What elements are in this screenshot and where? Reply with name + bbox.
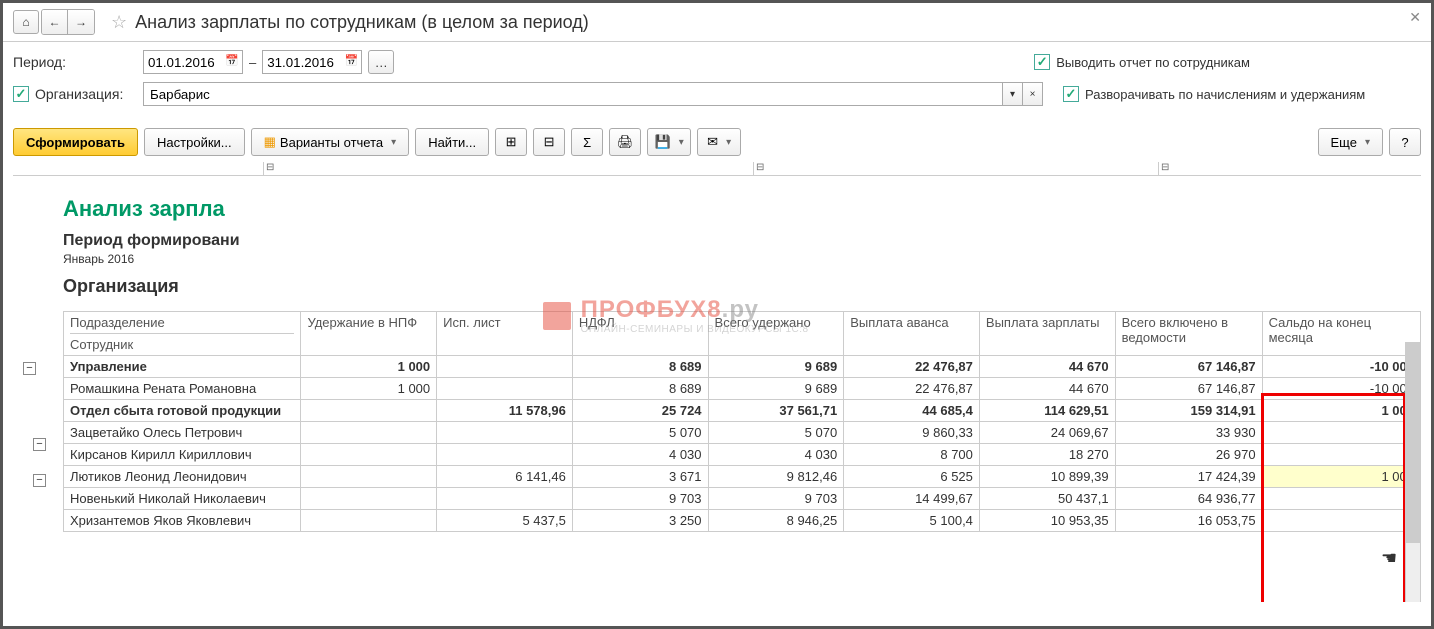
tool-collapse-icon[interactable]: ⊟ bbox=[533, 128, 565, 156]
table-row[interactable]: Управление1 0008 6899 68922 476,8744 670… bbox=[64, 356, 1421, 378]
tool-expand-icon[interactable]: ⊞ bbox=[495, 128, 527, 156]
report-table: ПодразделениеСотрудник Удержание в НПФ И… bbox=[63, 311, 1421, 532]
tool-print-icon[interactable]: 🖨 bbox=[609, 128, 641, 156]
form-button[interactable]: Сформировать bbox=[13, 128, 138, 156]
table-row[interactable]: Лютиков Леонид Леонидович6 141,463 6719 … bbox=[64, 466, 1421, 488]
table-row[interactable]: Ромашкина Рената Романовна1 0008 6899 68… bbox=[64, 378, 1421, 400]
page-title: Анализ зарплаты по сотрудникам (в целом … bbox=[135, 12, 589, 33]
report-subheading: Период формировани bbox=[63, 232, 1421, 250]
date-dash: – bbox=[249, 55, 256, 70]
tool-sum-icon[interactable]: Σ bbox=[571, 128, 603, 156]
back-button[interactable]: ← bbox=[42, 10, 68, 34]
watermark: ПРОФБУХ8.ру ОНЛАЙН-СЕМИНАРЫ И ВИДЕОКУРСЫ… bbox=[543, 296, 809, 335]
home-button[interactable]: ⌂ bbox=[13, 10, 39, 34]
checkbox-org-filter[interactable]: ✓ bbox=[13, 86, 29, 102]
col-saldo: Сальдо на конец месяца bbox=[1262, 312, 1420, 356]
tool-save-icon[interactable]: 💾 bbox=[647, 128, 691, 156]
close-button[interactable]: ✕ bbox=[1409, 9, 1421, 26]
calendar-icon[interactable]: 📅 bbox=[225, 54, 239, 67]
col-advance: Выплата аванса bbox=[844, 312, 980, 356]
org-label: Организация: bbox=[35, 86, 143, 102]
table-row[interactable]: Кирсанов Кирилл Кириллович4 0304 0308 70… bbox=[64, 444, 1421, 466]
tool-mail-icon[interactable]: ✉ bbox=[697, 128, 741, 156]
period-label: Период: bbox=[13, 54, 143, 70]
report-period-text: Январь 2016 bbox=[63, 252, 1421, 266]
more-button[interactable]: Еще bbox=[1318, 128, 1383, 156]
favorite-star-icon[interactable]: ☆ bbox=[111, 12, 127, 33]
checkbox-expand[interactable]: ✓ bbox=[1063, 86, 1079, 102]
col-salary: Выплата зарплаты bbox=[979, 312, 1115, 356]
report-org-heading: Организация bbox=[63, 276, 1421, 297]
org-input[interactable] bbox=[143, 82, 1003, 106]
period-select-button[interactable]: … bbox=[368, 50, 394, 74]
col-dept: ПодразделениеСотрудник bbox=[64, 312, 301, 356]
table-row[interactable]: Новенький Николай Николаевич9 7039 70314… bbox=[64, 488, 1421, 510]
collapse-toggle[interactable]: − bbox=[23, 362, 36, 375]
col-npf: Удержание в НПФ bbox=[301, 312, 437, 356]
settings-button[interactable]: Настройки... bbox=[144, 128, 245, 156]
collapse-toggle[interactable]: − bbox=[33, 438, 46, 451]
org-dropdown-button[interactable]: ▾ bbox=[1003, 82, 1023, 106]
table-row[interactable]: Отдел сбыта готовой продукции11 578,9625… bbox=[64, 400, 1421, 422]
checkbox-expand-label: Разворачивать по начислениям и удержания… bbox=[1085, 87, 1365, 102]
calendar-icon[interactable]: 📅 bbox=[345, 54, 359, 67]
vertical-scrollbar[interactable] bbox=[1405, 342, 1421, 602]
checkbox-employees[interactable]: ✓ bbox=[1034, 54, 1050, 70]
forward-button[interactable]: → bbox=[68, 10, 94, 34]
col-total-included: Всего включено в ведомости bbox=[1115, 312, 1262, 356]
cursor-icon: ☚ bbox=[1381, 548, 1397, 569]
find-button[interactable]: Найти... bbox=[415, 128, 489, 156]
variants-label: Варианты отчета bbox=[280, 135, 383, 150]
org-clear-button[interactable]: × bbox=[1023, 82, 1043, 106]
table-row[interactable]: Зацветайко Олесь Петрович5 0705 0709 860… bbox=[64, 422, 1421, 444]
ruler: ⊟ ⊟ ⊟ bbox=[13, 162, 1421, 176]
checkbox-employees-label: Выводить отчет по сотрудникам bbox=[1056, 55, 1250, 70]
report-heading: Анализ зарпла bbox=[63, 196, 1421, 222]
variants-button[interactable]: ▦Варианты отчета bbox=[251, 128, 410, 156]
table-row[interactable]: Хризантемов Яков Яковлевич5 437,53 2508 … bbox=[64, 510, 1421, 532]
help-button[interactable]: ? bbox=[1389, 128, 1421, 156]
collapse-toggle[interactable]: − bbox=[33, 474, 46, 487]
